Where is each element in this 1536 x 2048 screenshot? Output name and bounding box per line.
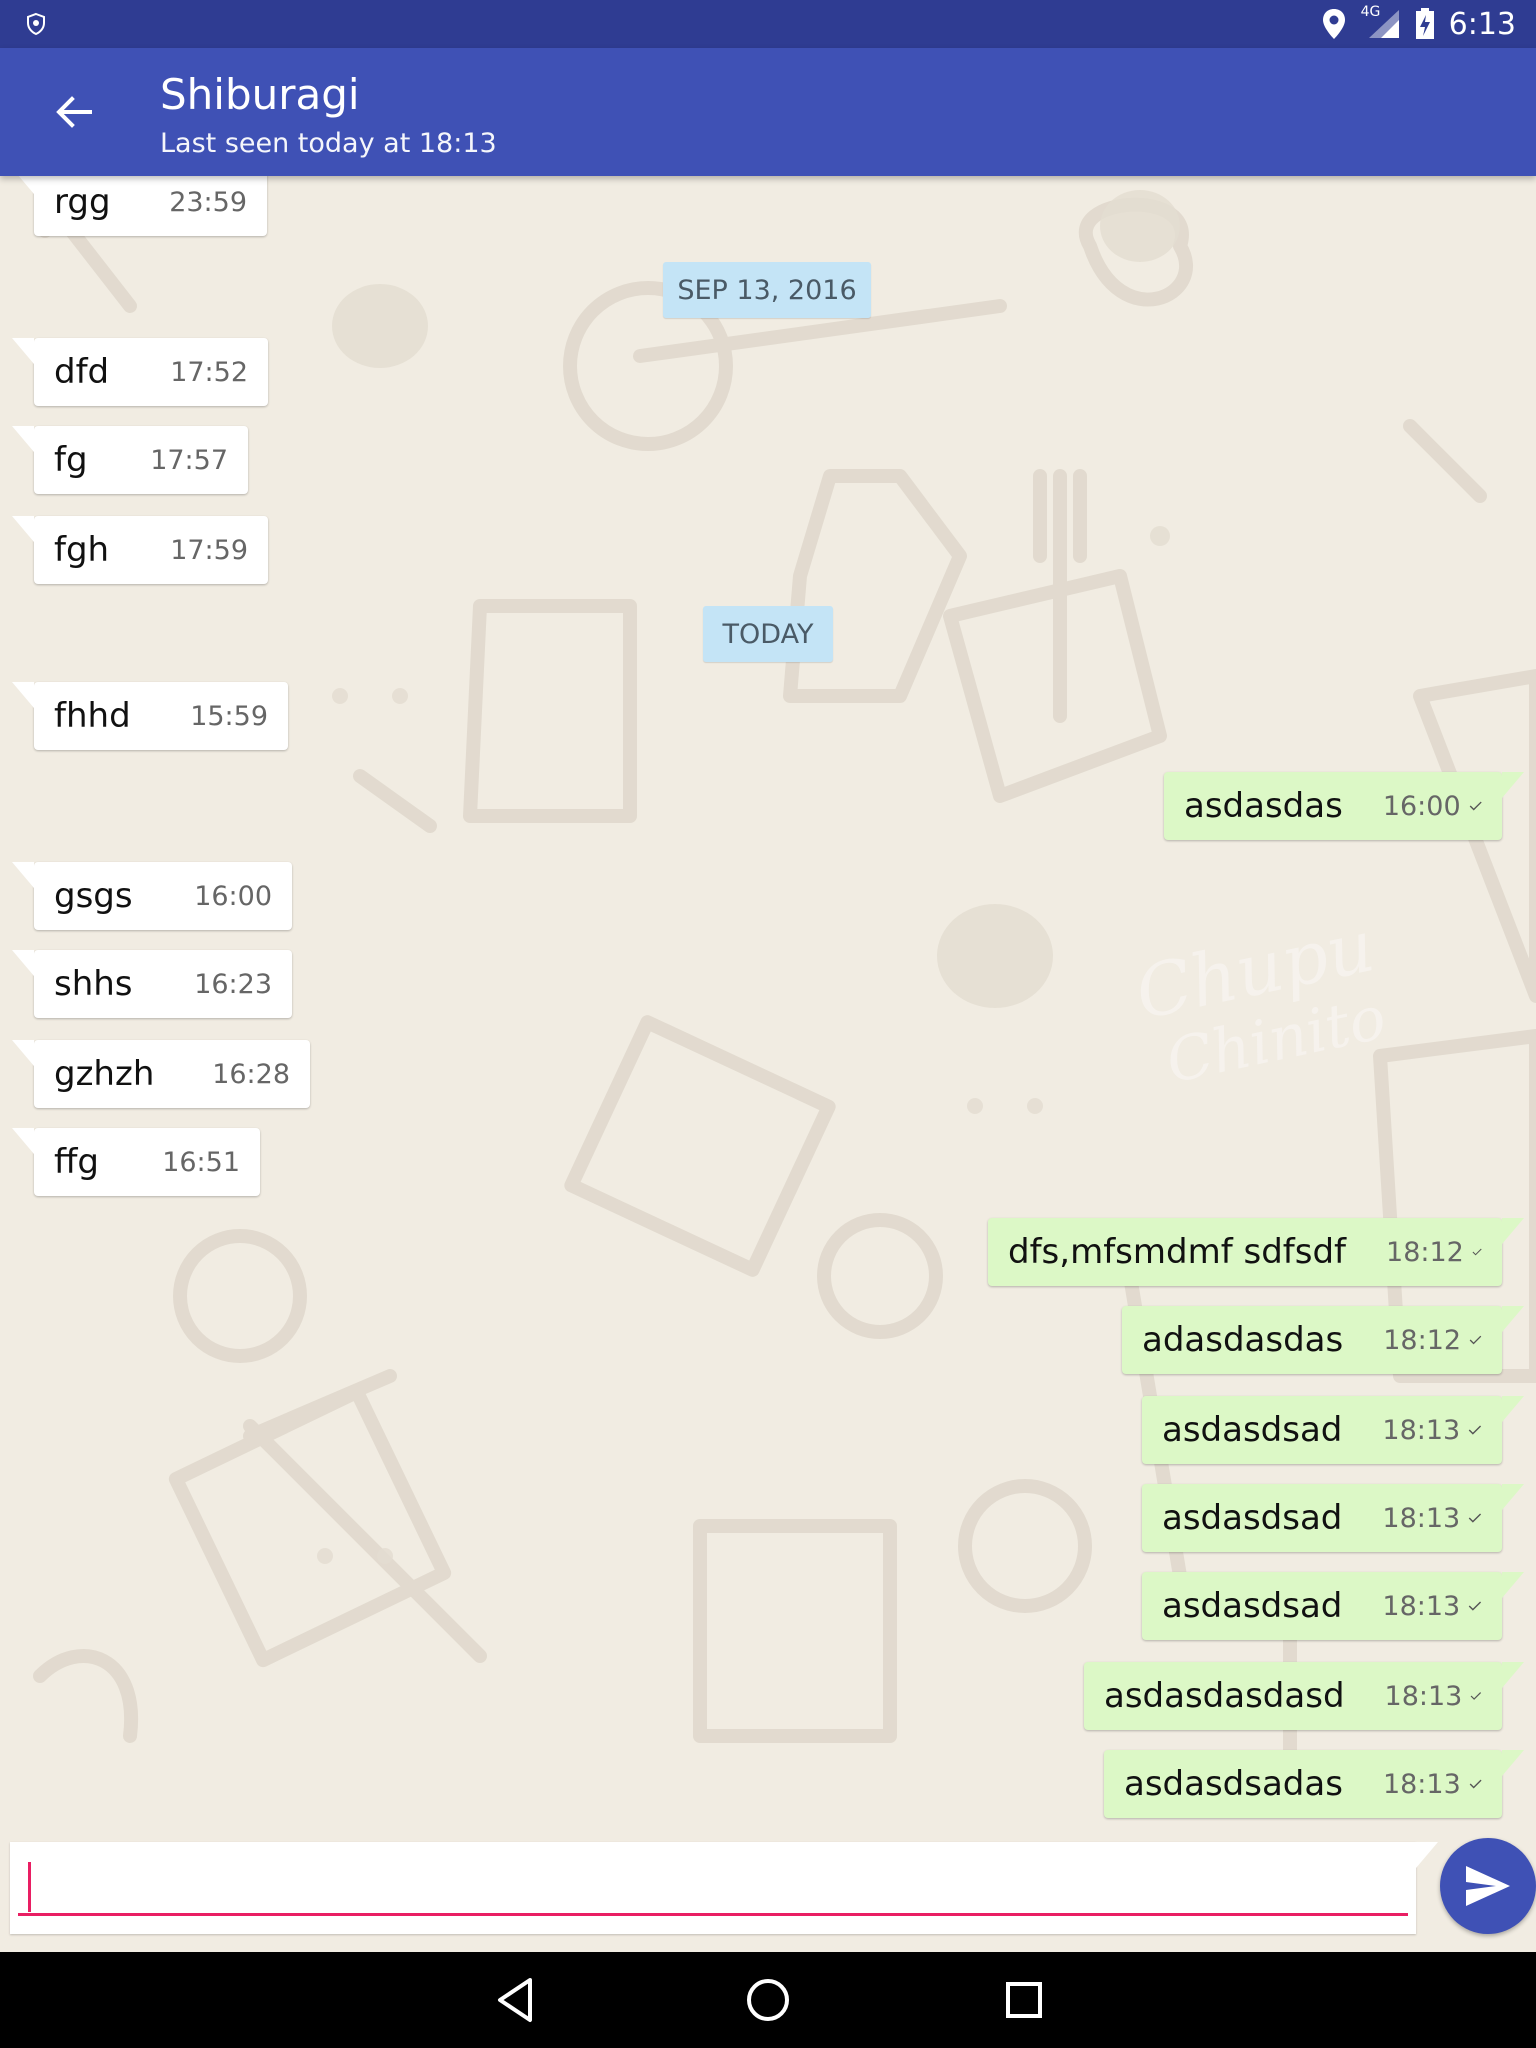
message-time: 18:13	[1382, 1502, 1461, 1534]
outgoing-message[interactable]: asdasdsad 18:13	[1142, 1484, 1524, 1552]
incoming-message[interactable]: gzhzh 16:28	[12, 1040, 310, 1108]
incoming-message[interactable]: fgh 17:59	[12, 516, 268, 584]
text-caret	[28, 1862, 31, 1912]
clock: 6:13	[1448, 6, 1516, 42]
message-time: 18:13	[1382, 1414, 1461, 1446]
message-time: 16:00	[1382, 790, 1461, 822]
shield-icon	[27, 12, 45, 36]
check-icon	[1468, 1513, 1482, 1523]
outgoing-message[interactable]: asdasdasdasd 18:13	[1084, 1662, 1524, 1730]
message-text: fg	[54, 440, 88, 480]
message-composer	[10, 1842, 1438, 1934]
location-icon	[1322, 9, 1345, 39]
message-text: shhs	[54, 964, 133, 1004]
incoming-message[interactable]: dfd 17:52	[12, 338, 268, 406]
message-text: gzhzh	[54, 1054, 155, 1094]
incoming-message[interactable]: fg 17:57	[12, 426, 248, 494]
message-time: 18:13	[1382, 1768, 1461, 1800]
message-time: 17:52	[170, 356, 248, 388]
message-text: asdasdsad	[1162, 1498, 1343, 1538]
cell-signal-icon	[1368, 10, 1399, 38]
outgoing-message[interactable]: adasdasdas 18:12	[1122, 1306, 1524, 1374]
message-time: 18:13	[1384, 1680, 1463, 1712]
message-text: asdasdasdasd	[1104, 1676, 1345, 1716]
triangle-back-icon[interactable]	[490, 1974, 540, 2026]
app-bar: Shiburagi Last seen today at 18:13	[0, 48, 1536, 176]
check-icon	[1468, 1425, 1482, 1435]
status-bar: 4G 6:13	[0, 0, 1536, 48]
battery-charging-icon	[1415, 8, 1434, 39]
signal-indicator: 4G	[1361, 4, 1401, 40]
last-seen-status: Last seen today at 18:13	[160, 128, 497, 159]
message-text: fhhd	[54, 696, 131, 736]
send-icon	[1466, 1866, 1510, 1906]
message-text: dfs,mfsmdmf sdfsdf	[1008, 1232, 1347, 1272]
message-time: 23:59	[169, 186, 247, 218]
square-recents-icon[interactable]	[998, 1974, 1050, 2026]
incoming-message[interactable]: fhhd 15:59	[12, 682, 288, 750]
date-chip: TODAY	[703, 606, 833, 662]
message-text: dfd	[54, 352, 110, 392]
message-time: 17:59	[170, 534, 248, 566]
message-text: asdasdsadas	[1124, 1764, 1343, 1804]
incoming-message[interactable]: shhs 16:23	[12, 950, 292, 1018]
message-text: fgh	[54, 530, 110, 570]
message-input[interactable]	[18, 1854, 1408, 1916]
arrow-left-icon[interactable]	[50, 88, 98, 136]
message-text: asdasdas	[1184, 786, 1343, 826]
contact-name[interactable]: Shiburagi	[160, 70, 360, 119]
check-icon	[1469, 1779, 1482, 1789]
check-icon	[1470, 1692, 1482, 1700]
message-time: 16:00	[194, 880, 272, 912]
outgoing-message[interactable]: asdasdsad 18:13	[1142, 1396, 1524, 1464]
message-text: gsgs	[54, 876, 133, 916]
check-icon	[1468, 1601, 1482, 1611]
incoming-message[interactable]: rgg 23:59	[12, 176, 267, 236]
message-text: asdasdsad	[1162, 1410, 1343, 1450]
message-text: asdasdsad	[1162, 1586, 1343, 1626]
check-icon	[1469, 1335, 1482, 1345]
outgoing-message[interactable]: asdasdas 16:00	[1164, 772, 1524, 840]
message-time: 18:12	[1383, 1324, 1462, 1356]
message-time: 18:12	[1386, 1236, 1464, 1268]
chat-area[interactable]: Chupu Chinito SEP 13, 2016 TODAY rgg 23:…	[0, 176, 1536, 1952]
message-time: 16:28	[212, 1058, 290, 1090]
message-time: 18:13	[1382, 1590, 1461, 1622]
check-icon	[1469, 801, 1482, 811]
system-nav-bar	[0, 1952, 1536, 2048]
message-text: rgg	[54, 182, 111, 222]
message-text: adasdasdas	[1142, 1320, 1344, 1360]
message-time: 16:51	[162, 1146, 240, 1178]
outgoing-message[interactable]: dfs,mfsmdmf sdfsdf 18:12	[988, 1218, 1524, 1286]
message-time: 15:59	[190, 700, 268, 732]
incoming-message[interactable]: ffg 16:51	[12, 1128, 260, 1196]
message-time: 16:23	[194, 968, 272, 1000]
circle-home-icon[interactable]	[742, 1974, 794, 2026]
date-chip: SEP 13, 2016	[663, 262, 871, 318]
outgoing-message[interactable]: asdasdsad 18:13	[1142, 1572, 1524, 1640]
message-time: 17:57	[150, 444, 228, 476]
message-text: ffg	[54, 1142, 100, 1182]
check-icon	[1472, 1248, 1482, 1256]
incoming-message[interactable]: gsgs 16:00	[12, 862, 292, 930]
outgoing-message[interactable]: asdasdsadas 18:13	[1104, 1750, 1524, 1818]
send-button[interactable]	[1440, 1838, 1536, 1934]
